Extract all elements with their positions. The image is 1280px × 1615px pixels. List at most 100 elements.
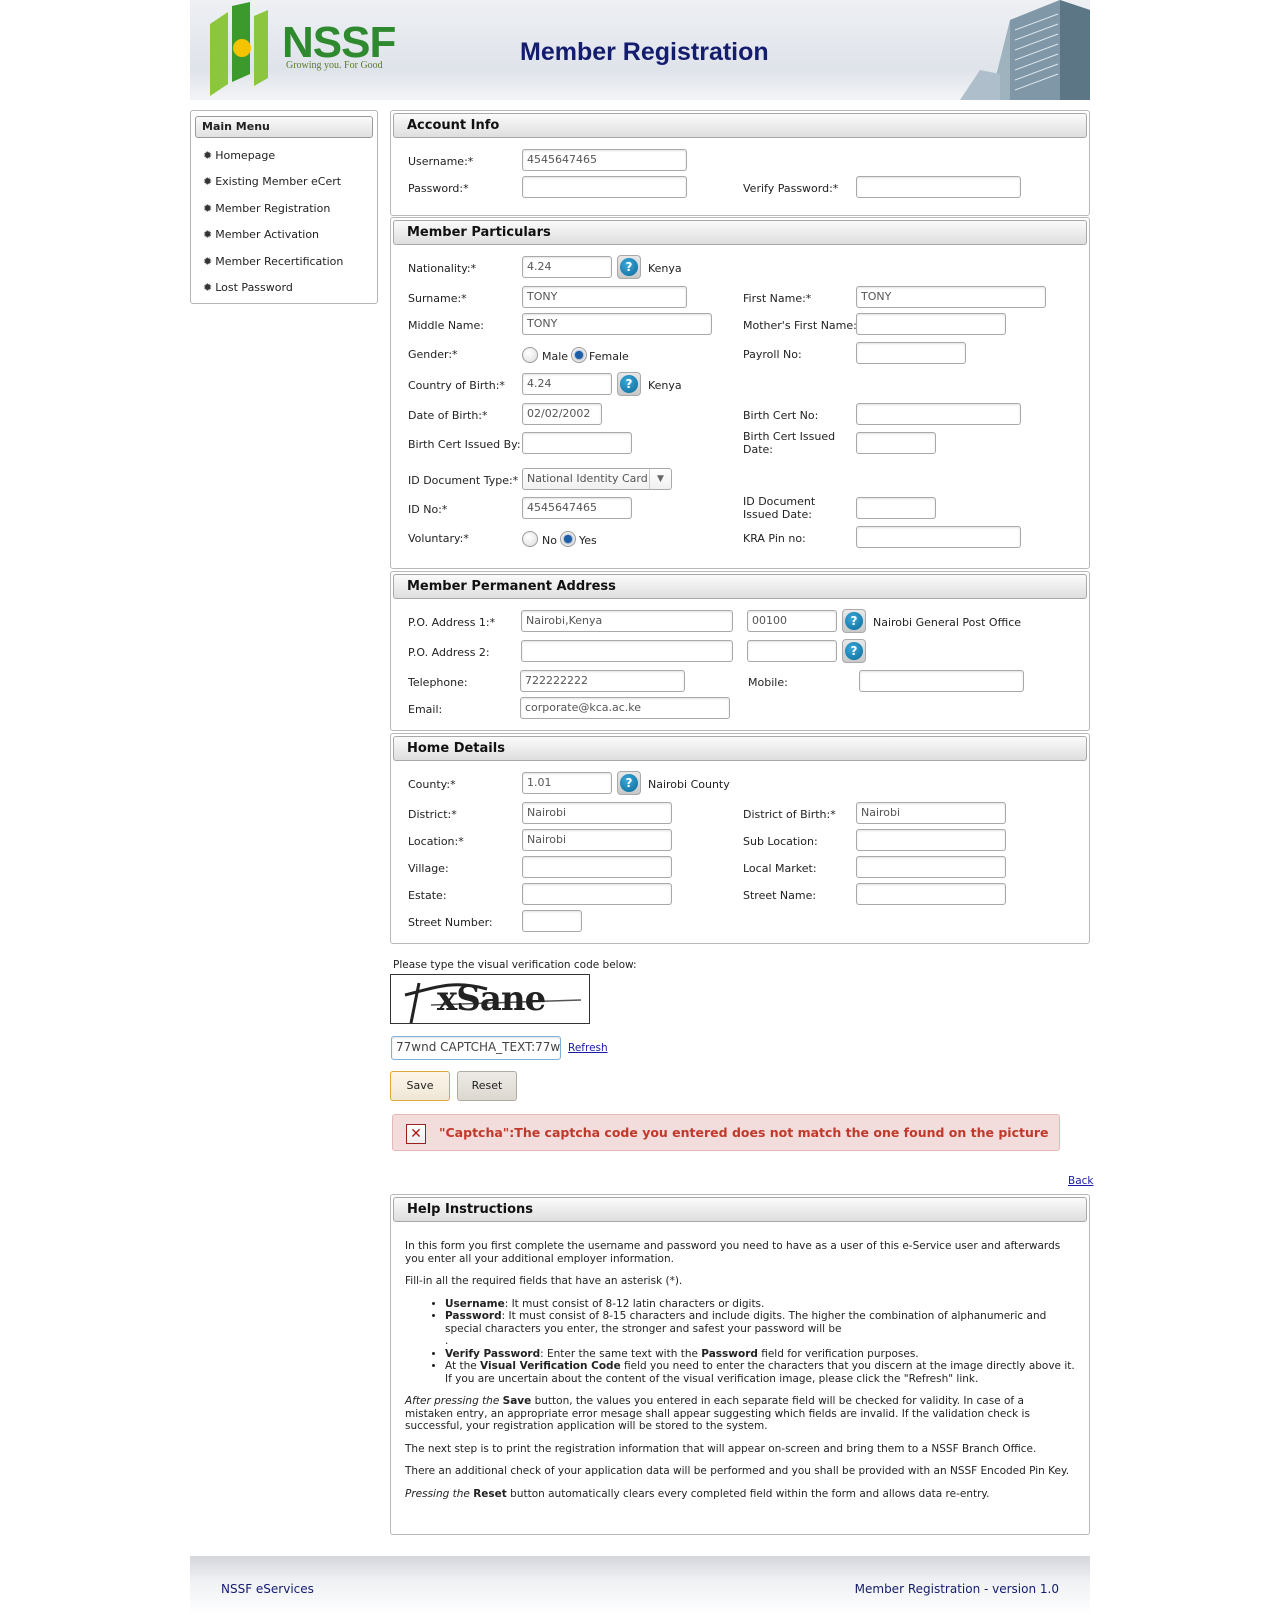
- help-text: After pressing the: [405, 1395, 503, 1407]
- voluntary-yes-label: Yes: [579, 534, 597, 547]
- menu-item-member-registration[interactable]: ✹ Member Registration: [191, 195, 377, 222]
- middle-name-label: Middle Name:: [408, 319, 484, 332]
- gear-icon: ✹: [203, 254, 213, 268]
- username-input[interactable]: 4545647465: [522, 149, 687, 171]
- village-input[interactable]: [522, 856, 672, 878]
- help-list-item: Username: It must consist of 8-12 latin …: [445, 1298, 1075, 1311]
- logo-tagline: Growing you. For Good: [286, 60, 383, 71]
- sub-location-input[interactable]: [856, 829, 1006, 851]
- id-no-input[interactable]: 4545647465: [522, 497, 632, 519]
- help-text: : Enter the same text with the: [540, 1347, 702, 1360]
- birth-cert-issued-date-input[interactable]: [856, 432, 936, 454]
- kra-pin-input[interactable]: [856, 526, 1021, 548]
- nationality-name: Kenya: [648, 262, 682, 275]
- street-name-label: Street Name:: [743, 889, 817, 902]
- help-term: Reset: [473, 1487, 507, 1500]
- help-text: field for verification purposes.: [757, 1347, 919, 1360]
- menu-item-lost-password[interactable]: ✹ Lost Password: [191, 275, 377, 302]
- member-particulars-section: Member Particulars Nationality:* 4.24 ? …: [390, 217, 1090, 569]
- date-of-birth-input[interactable]: 02/02/2002: [522, 403, 602, 425]
- email-input[interactable]: corporate@kca.ac.ke: [520, 697, 730, 719]
- district-of-birth-label: District of Birth:*: [743, 808, 836, 821]
- country-of-birth-name: Kenya: [648, 379, 682, 392]
- id-document-type-select[interactable]: National Identity Card ▼: [522, 468, 672, 490]
- country-of-birth-input[interactable]: 4.24: [522, 373, 612, 395]
- menu-item-label: Homepage: [215, 148, 276, 162]
- back-link[interactable]: Back: [1068, 1175, 1094, 1187]
- gear-icon: ✹: [203, 175, 213, 189]
- help-text: : It must consist of 8-15 characters and…: [445, 1310, 1047, 1335]
- middle-name-input[interactable]: TONY: [522, 313, 712, 335]
- payroll-no-label: Payroll No:: [743, 348, 802, 361]
- password-label: Password:*: [408, 182, 469, 195]
- page-title: Member Registration: [520, 38, 769, 66]
- reset-button[interactable]: Reset: [457, 1071, 517, 1101]
- street-name-input[interactable]: [856, 883, 1006, 905]
- building-image: [960, 0, 1090, 100]
- verify-password-input[interactable]: [856, 176, 1021, 198]
- birth-cert-issued-by-input[interactable]: [522, 432, 632, 454]
- menu-item-member-recertification[interactable]: ✹ Member Recertification: [191, 248, 377, 275]
- menu-item-existing-member-ecert[interactable]: ✹ Existing Member eCert: [191, 169, 377, 196]
- help-list: Username: It must consist of 8-12 latin …: [405, 1298, 1075, 1386]
- menu-item-label: Member Recertification: [215, 254, 344, 268]
- mothers-first-name-input[interactable]: [856, 313, 1006, 335]
- footer-version-text: Member Registration - version 1.0: [854, 1582, 1059, 1596]
- refresh-captcha-link[interactable]: Refresh: [568, 1042, 608, 1054]
- gear-icon: ✹: [203, 281, 213, 295]
- gender-female-radio[interactable]: [571, 347, 587, 363]
- permanent-address-section: Member Permanent Address P.O. Address 1:…: [390, 571, 1090, 731]
- captcha-input[interactable]: 77wnd CAPTCHA_TEXT:77w: [391, 1036, 561, 1060]
- district-input[interactable]: Nairobi: [522, 802, 672, 824]
- menu-item-member-activation[interactable]: ✹ Member Activation: [191, 222, 377, 249]
- first-name-input[interactable]: TONY: [856, 286, 1046, 308]
- help-icon: ?: [620, 258, 638, 276]
- estate-input[interactable]: [522, 883, 672, 905]
- section-heading: Account Info: [393, 113, 1087, 138]
- menu-item-label: Member Registration: [215, 201, 331, 215]
- help-icon: ?: [620, 774, 638, 792]
- location-input[interactable]: Nairobi: [522, 829, 672, 851]
- help-icon: ?: [620, 375, 638, 393]
- help-icon: ?: [845, 642, 863, 660]
- menu-item-homepage[interactable]: ✹ Homepage: [191, 142, 377, 169]
- street-number-input[interactable]: [522, 910, 582, 932]
- gender-male-radio[interactable]: [522, 347, 538, 363]
- save-button[interactable]: Save: [390, 1071, 450, 1101]
- birth-cert-no-input[interactable]: [856, 403, 1021, 425]
- gear-icon: ✹: [203, 228, 213, 242]
- county-label: County:*: [408, 778, 456, 791]
- county-input[interactable]: 1.01: [522, 772, 612, 794]
- postal-code-2-lookup-button[interactable]: ?: [842, 639, 866, 663]
- postal-code-1-lookup-button[interactable]: ?: [842, 609, 866, 633]
- nationality-lookup-button[interactable]: ?: [617, 255, 641, 279]
- username-label: Username:*: [408, 155, 474, 168]
- estate-label: Estate:: [408, 889, 447, 902]
- district-of-birth-input[interactable]: Nairobi: [856, 802, 1006, 824]
- local-market-input[interactable]: [856, 856, 1006, 878]
- voluntary-no-radio[interactable]: [522, 531, 538, 547]
- help-text: button automatically clears every comple…: [506, 1487, 990, 1500]
- surname-input[interactable]: TONY: [522, 286, 687, 308]
- country-of-birth-lookup-button[interactable]: ?: [617, 372, 641, 396]
- po-address-2-input[interactable]: [521, 640, 733, 662]
- page-footer: NSSF eServices Member Registration - ver…: [190, 1556, 1090, 1615]
- help-body: In this form you first complete the user…: [391, 1222, 1089, 1500]
- password-input[interactable]: [522, 176, 687, 198]
- gender-female-label: Female: [589, 350, 629, 363]
- id-document-issued-date-input[interactable]: [856, 497, 936, 519]
- voluntary-yes-radio[interactable]: [560, 531, 576, 547]
- footer-left-text: NSSF eServices: [221, 1582, 314, 1596]
- mobile-label: Mobile:: [748, 676, 788, 689]
- captcha-image: xSane: [390, 974, 590, 1024]
- payroll-no-input[interactable]: [856, 342, 966, 364]
- mobile-input[interactable]: [859, 670, 1024, 692]
- section-heading: Member Particulars: [393, 220, 1087, 245]
- postal-code-2-input[interactable]: [747, 640, 837, 662]
- nationality-input[interactable]: 4.24: [522, 256, 612, 278]
- po-address-1-input[interactable]: Nairobi,Kenya: [521, 610, 733, 632]
- telephone-input[interactable]: 722222222: [520, 670, 685, 692]
- postal-code-1-input[interactable]: 00100: [747, 610, 837, 632]
- county-lookup-button[interactable]: ?: [617, 771, 641, 795]
- birth-cert-no-label: Birth Cert No:: [743, 409, 819, 422]
